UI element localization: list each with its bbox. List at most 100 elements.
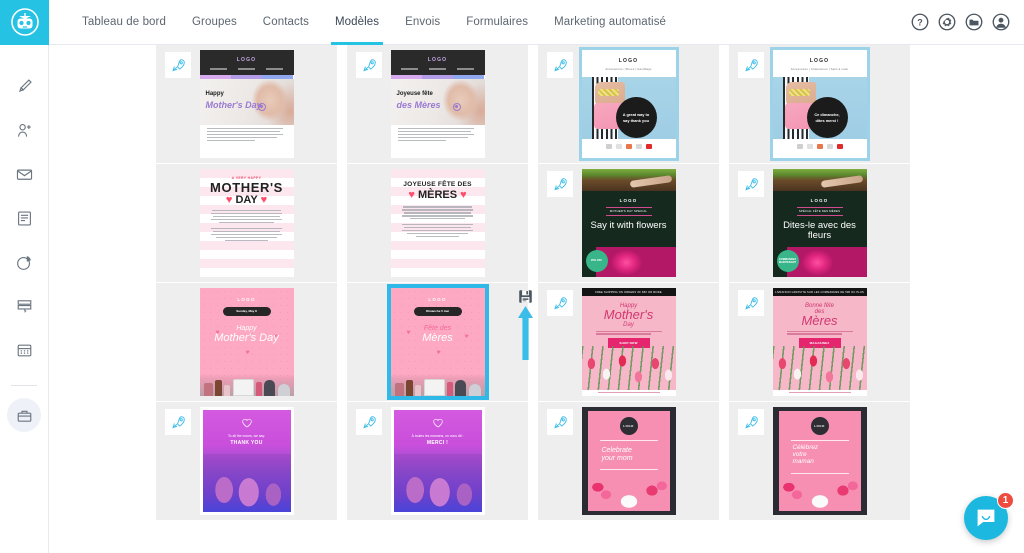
gear-icon[interactable] bbox=[938, 13, 956, 31]
toolbox-icon bbox=[17, 410, 31, 422]
left-sidebar bbox=[0, 45, 49, 553]
help-icon[interactable]: ? bbox=[911, 13, 929, 31]
thumb-heading-2: DAY bbox=[235, 194, 258, 206]
sidebar-item-email[interactable] bbox=[7, 157, 41, 191]
brush-icon bbox=[18, 78, 32, 92]
template-grid: LOGO Happy Mother's Day LOGO Joyeuse fêt… bbox=[156, 45, 920, 520]
template-card[interactable]: LOGO MOTHER'S DAY SPECIAL Say it with fl… bbox=[538, 164, 719, 282]
topbar-actions: ? bbox=[911, 13, 1024, 31]
nav-item-marketing-automatise[interactable]: Marketing automatisé bbox=[541, 0, 679, 45]
thumb-line-1: To all the moms, we say: bbox=[227, 434, 266, 438]
thumb-heading-2: des Mères bbox=[396, 99, 441, 110]
nav-item-envois[interactable]: Envois bbox=[392, 0, 453, 45]
template-thumbnail: LOGO MOTHER'S DAY SPECIAL Say it with fl… bbox=[581, 169, 676, 277]
thumb-heading-1: MOTHER'S bbox=[210, 180, 283, 195]
template-thumbnail: LOGO Joyeuse fête des Mères bbox=[390, 50, 485, 158]
sidebar-divider bbox=[11, 385, 37, 386]
template-card[interactable]: LOGO Accessoires | Chaussures | Sacs à m… bbox=[729, 45, 910, 163]
landing-page-icon bbox=[17, 299, 31, 313]
thumb-heading-1: Fête des bbox=[423, 324, 452, 332]
pie-chart-icon bbox=[16, 255, 31, 270]
template-thumbnail: À toutes les mamans, on vous dit : MERCI… bbox=[390, 407, 485, 515]
template-card[interactable]: JOYEUSE FÊTE DES ♥ MÈRES ♥ bbox=[347, 164, 528, 282]
thumb-logo: LOGO bbox=[810, 198, 829, 203]
thumb-heading-1: Happy bbox=[236, 324, 257, 332]
thumb-heading-2: votre bbox=[792, 451, 807, 459]
nav-item-modeles[interactable]: Modèles bbox=[322, 0, 392, 45]
template-card[interactable]: À toutes les mamans, on vous dit : MERCI… bbox=[347, 402, 528, 520]
nav-label: Formulaires bbox=[466, 16, 529, 28]
template-card[interactable]: To all the moms, we say: THANK YOU bbox=[156, 402, 337, 520]
template-card[interactable]: LOGO Celebrate your mom bbox=[538, 402, 719, 520]
add-user-icon bbox=[17, 123, 31, 137]
thumb-line-2: THANK YOU bbox=[230, 440, 263, 447]
template-card-selected[interactable]: LOGO Dimanche 5 mai Fête des Mères bbox=[347, 283, 528, 401]
thumb-badge: 20% OFF bbox=[585, 250, 608, 272]
template-card[interactable]: LOGO Sunday, May 8 Happy Mother's Day bbox=[156, 283, 337, 401]
template-card[interactable]: LOGO Accessories | Shoes | Handbags A gr… bbox=[538, 45, 719, 163]
rocket-icon bbox=[165, 409, 191, 435]
folder-icon[interactable] bbox=[965, 13, 983, 31]
thumb-heading-2: Mother's Day bbox=[214, 331, 279, 344]
rocket-icon bbox=[738, 409, 764, 435]
thumb-heading-1: Célébrez bbox=[792, 444, 819, 451]
template-card[interactable]: FREE SHIPPING ON ORDERS OF $50 OR MORE H… bbox=[538, 283, 719, 401]
thumb-line-1: À toutes les mamans, on vous dit : bbox=[411, 434, 464, 438]
nav-item-tableau-de-bord[interactable]: Tableau de bord bbox=[69, 0, 179, 45]
sidebar-item-add-contact[interactable] bbox=[7, 113, 41, 147]
main-nav: Tableau de bord Groupes Contacts Modèles… bbox=[69, 0, 679, 45]
sidebar-item-statistics[interactable] bbox=[7, 245, 41, 279]
template-thumbnail: LOGO Accessoires | Chaussures | Sacs à m… bbox=[769, 47, 870, 161]
thumb-tagline: SPÉCIAL FÊTE DES MÈRES bbox=[796, 207, 843, 216]
sidebar-item-design[interactable] bbox=[7, 69, 41, 103]
thumb-logo: LOGO bbox=[428, 297, 447, 302]
app-logo[interactable] bbox=[0, 0, 49, 45]
thumb-subtitle: Accessoires | Chaussures | Sacs à main bbox=[790, 67, 849, 71]
template-thumbnail: LOGO Happy Mother's Day bbox=[199, 50, 294, 158]
template-thumbnail: LOGO Célébrez votre maman bbox=[772, 407, 867, 515]
thumb-heading-1: Joyeuse fête bbox=[396, 90, 433, 97]
sidebar-item-form[interactable] bbox=[7, 201, 41, 235]
template-card[interactable]: LOGO SPÉCIAL FÊTE DES MÈRES Dites-le ave… bbox=[729, 164, 910, 282]
nav-item-groupes[interactable]: Groupes bbox=[179, 0, 250, 45]
save-template-icon[interactable] bbox=[517, 288, 534, 305]
nav-item-contacts[interactable]: Contacts bbox=[250, 0, 322, 45]
template-card[interactable]: LIVRAISON GRATUITE SUR LES COMMANDES DE … bbox=[729, 283, 910, 401]
template-thumbnail: To all the moms, we say: THANK YOU bbox=[199, 407, 294, 515]
nav-label: Envois bbox=[405, 16, 441, 28]
nav-label: Tableau de bord bbox=[82, 16, 166, 28]
heart-icon bbox=[432, 418, 443, 428]
thumb-heading-2: Mother's bbox=[603, 307, 654, 323]
template-card[interactable]: LOGO Joyeuse fête des Mères bbox=[347, 45, 528, 163]
rocket-icon bbox=[547, 290, 573, 316]
template-card[interactable]: LOGO Happy Mother's Day bbox=[156, 45, 337, 163]
template-thumbnail: LOGO Accessories | Shoes | Handbags A gr… bbox=[578, 47, 679, 161]
sidebar-item-landing-page[interactable] bbox=[7, 289, 41, 323]
template-card[interactable]: LOGO Célébrez votre maman bbox=[729, 402, 910, 520]
thumb-circle-text: A great way to say thank you bbox=[615, 97, 657, 138]
thumb-heading-2: MÈRES bbox=[417, 189, 458, 202]
rocket-icon bbox=[547, 171, 573, 197]
thumb-pill: Dimanche 5 mai bbox=[413, 307, 462, 316]
heart-icon bbox=[241, 418, 252, 428]
thumb-logo: LOGO bbox=[619, 417, 638, 435]
sidebar-item-calendar[interactable] bbox=[7, 333, 41, 367]
thumb-pill: Sunday, May 8 bbox=[222, 307, 271, 316]
thumb-logo: LOGO bbox=[237, 297, 256, 302]
account-icon[interactable] bbox=[992, 13, 1010, 31]
form-icon bbox=[17, 210, 31, 226]
templates-gallery: LOGO Happy Mother's Day LOGO Joyeuse fêt… bbox=[49, 45, 1024, 553]
top-navigation-bar: Tableau de bord Groupes Contacts Modèles… bbox=[0, 0, 1024, 45]
chat-icon bbox=[977, 509, 995, 527]
thumb-logo: LOGO bbox=[427, 57, 448, 63]
thumb-heading-3: Mères bbox=[801, 313, 838, 329]
sidebar-item-toolbox[interactable] bbox=[7, 398, 41, 432]
rocket-icon bbox=[738, 290, 764, 316]
thumb-topbar: LIVRAISON GRATUITE SUR LES COMMANDES DE … bbox=[772, 288, 867, 297]
template-thumbnail: LOGO Dimanche 5 mai Fête des Mères bbox=[386, 284, 489, 400]
nav-item-formulaires[interactable]: Formulaires bbox=[453, 0, 541, 45]
template-thumbnail: A VERY HAPPY MOTHER'S ♥ DAY ♥ bbox=[199, 169, 294, 277]
template-thumbnail: FREE SHIPPING ON ORDERS OF $50 OR MORE H… bbox=[581, 288, 676, 396]
template-card[interactable]: A VERY HAPPY MOTHER'S ♥ DAY ♥ bbox=[156, 164, 337, 282]
rocket-icon bbox=[738, 171, 764, 197]
